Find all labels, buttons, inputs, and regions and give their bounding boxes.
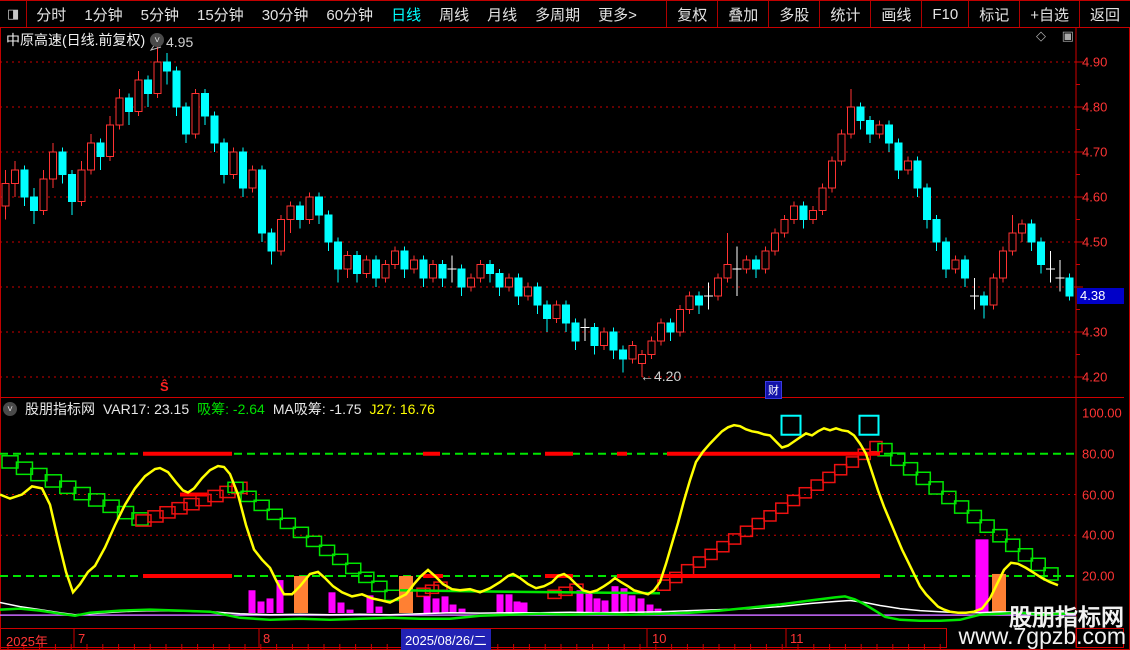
indicator-axis-label: 60.00: [1082, 487, 1115, 502]
menu-item-daily[interactable]: 日线: [382, 1, 430, 27]
trading-app-window: ◨ 分时 1分钟 5分钟 15分钟 30分钟 60分钟 日线 周线 月线 多周期…: [0, 0, 1130, 650]
price-axis-label: 4.30: [1082, 324, 1108, 340]
menu-item-30min[interactable]: 30分钟: [253, 1, 318, 27]
indicator-header: ˅ 股朋指标网 VAR17: 23.15 吸筹: -2.64 MA吸筹: -1.…: [3, 399, 435, 419]
indicator-ma-xichou-value: MA吸筹: -1.75: [272, 401, 362, 417]
signal-marker: Ŝ: [160, 379, 169, 394]
menubar-right-group: 复权 叠加 多股 统计 画线 F10 标记 +自选 返回: [666, 1, 1130, 27]
menu-item-add-watchlist[interactable]: +自选: [1019, 1, 1079, 27]
price-axis-label: 4.60: [1082, 189, 1108, 205]
menu-item-multiperiod[interactable]: 多周期: [526, 1, 589, 27]
high-price-annotation: 4.95: [166, 34, 194, 50]
indicator-j27-value: J27: 16.76: [369, 401, 435, 417]
indicator-var17-value: VAR17: 23.15: [103, 401, 190, 417]
indicator-axis-label: 40.00: [1082, 527, 1115, 543]
current-price-tag: 4.38: [1077, 288, 1124, 304]
x-axis-label: 11: [790, 631, 804, 646]
menu-item-weekly[interactable]: 周线: [430, 1, 478, 27]
menu-item-5min[interactable]: 5分钟: [132, 1, 188, 27]
indicator-chevron-down-icon[interactable]: ˅: [3, 402, 17, 416]
menu-item-back[interactable]: 返回: [1078, 1, 1130, 27]
menu-item-f10[interactable]: F10: [921, 1, 968, 27]
chart-titlebar: 中原高速(日线.前复权) ˅: [6, 30, 165, 50]
price-axis-label: 4.90: [1082, 54, 1108, 70]
price-axis-label: 4.20: [1082, 369, 1108, 385]
indicator-axis-label: 100.00: [1082, 405, 1122, 421]
menu-item-fuquan[interactable]: 复权: [666, 1, 717, 27]
menu-item-15min[interactable]: 15分钟: [188, 1, 253, 27]
x-axis-label: 10: [652, 631, 667, 646]
stock-title: 中原高速(日线.前复权): [6, 32, 146, 48]
title-chevron-down-icon[interactable]: ˅: [150, 33, 165, 47]
price-axis-label: 4.80: [1082, 99, 1108, 115]
menu-item-monthly[interactable]: 月线: [478, 1, 526, 27]
menu-item-more[interactable]: 更多>: [589, 1, 646, 27]
menu-item-biaoji[interactable]: 标记: [968, 1, 1019, 27]
top-menubar: ◨ 分时 1分钟 5分钟 15分钟 30分钟 60分钟 日线 周线 月线 多周期…: [0, 0, 1130, 28]
indicator-site-name[interactable]: 股朋指标网: [25, 399, 95, 419]
menu-item-fenshi[interactable]: 分时: [27, 1, 75, 27]
low-price-annotation: ←4.20: [640, 368, 682, 384]
indicator-axis-label: 20.00: [1082, 568, 1115, 584]
chart-canvas: [0, 0, 1130, 650]
x-axis-label: 2025年: [6, 634, 48, 649]
menu-item-diejia[interactable]: 叠加: [717, 1, 768, 27]
indicator-axis-label: 80.00: [1082, 446, 1115, 462]
menu-item-duogu[interactable]: 多股: [768, 1, 819, 27]
watermark-url: www.7gpzb.com: [958, 623, 1126, 649]
window-icon[interactable]: ◨: [0, 1, 28, 27]
x-axis-label: 8: [263, 631, 271, 646]
menu-item-tongji[interactable]: 统计: [819, 1, 870, 27]
finance-event-marker[interactable]: 财: [765, 381, 782, 399]
menu-item-1min[interactable]: 1分钟: [75, 1, 131, 27]
x-axis-label: 7: [78, 631, 86, 646]
price-axis-label: 4.50: [1082, 234, 1108, 250]
menu-item-huaxian[interactable]: 画线: [870, 1, 921, 27]
menu-item-60min[interactable]: 60分钟: [317, 1, 382, 27]
price-axis-label: 4.70: [1082, 144, 1108, 160]
indicator-xichou-value: 吸筹: -2.64: [197, 401, 265, 417]
crosshair-date-tag: 2025/08/26/二: [401, 629, 491, 650]
title-right-icons[interactable]: ◇ ▣: [1036, 28, 1080, 44]
